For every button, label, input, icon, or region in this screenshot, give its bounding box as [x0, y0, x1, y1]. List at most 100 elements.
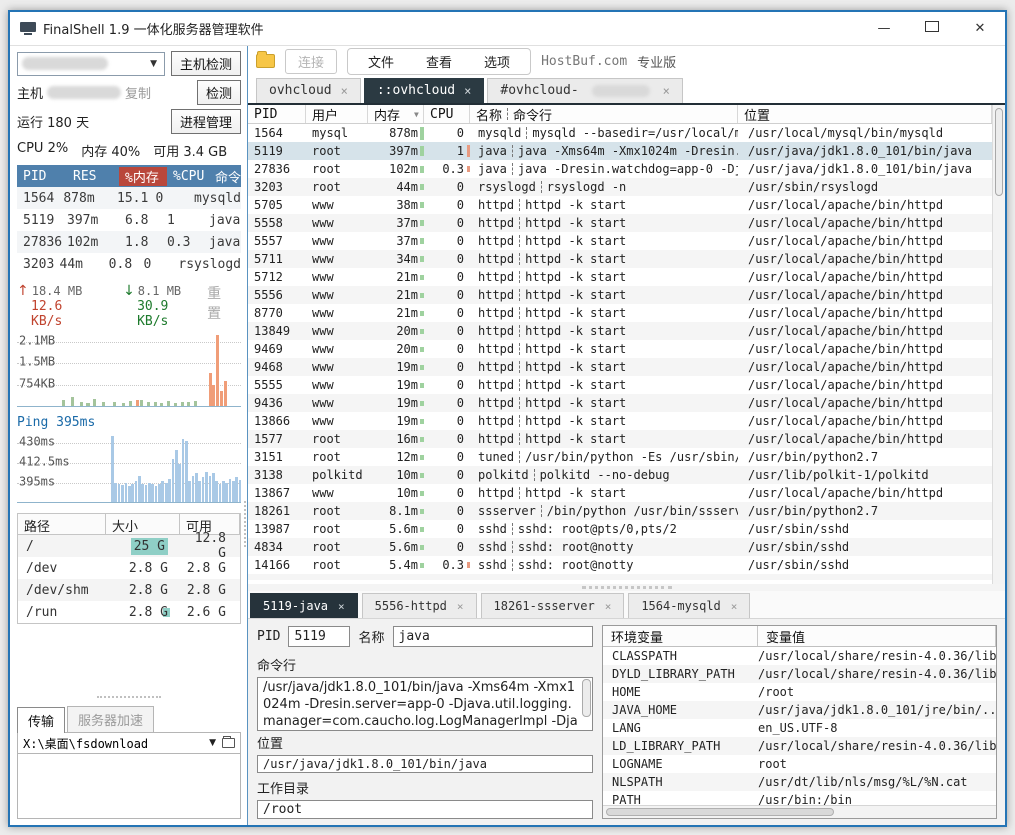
tab-close-icon[interactable]: ×	[338, 600, 345, 613]
copy-link[interactable]: 复制	[125, 83, 151, 102]
chart-bar	[182, 439, 185, 502]
env-row[interactable]: CLASSPATH/usr/local/share/resin-4.0.36/l…	[603, 647, 996, 665]
check-button[interactable]: 检测	[197, 80, 241, 105]
workdir-field[interactable]	[257, 800, 593, 819]
redacted-host-ip	[47, 86, 121, 99]
process-row[interactable]: 14166root5.4m0.3sshdsshd: root@notty/usr…	[248, 556, 992, 574]
process-row[interactable]: 13866www19m0httpdhttpd -k start/usr/loca…	[248, 412, 992, 430]
menu-item[interactable]: 文件	[352, 51, 410, 72]
transfer-file-list[interactable]	[17, 754, 241, 819]
sidebar-process-table-header[interactable]: PID RES %内存 %CPU 命令	[17, 165, 241, 187]
pid-field[interactable]	[288, 626, 350, 647]
process-row[interactable]: 3138polkitd10m0polkitdpolkitd --no-debug…	[248, 466, 992, 484]
cmdline-scrollbar-thumb[interactable]	[582, 679, 591, 717]
tab-close-icon[interactable]: ×	[464, 84, 471, 98]
session-tab[interactable]: #ovhcloud-×	[487, 78, 683, 103]
disk-row[interactable]: /dev2.8 G2.8 G	[18, 557, 240, 579]
transfer-tab-active[interactable]: 传输	[17, 707, 65, 733]
scrollbar-thumb[interactable]	[995, 108, 1003, 196]
env-horizontal-scrollbar[interactable]	[603, 805, 996, 818]
maximize-button[interactable]	[925, 21, 939, 36]
sidebar-process-row[interactable]: 1564878m15.10mysqld	[17, 187, 241, 209]
process-row[interactable]: 5555www19m0httpdhttpd -k start/usr/local…	[248, 376, 992, 394]
reset-link[interactable]: 重置	[207, 283, 241, 323]
chart-bar	[212, 473, 215, 502]
tab-close-icon[interactable]: ×	[663, 84, 670, 98]
menu-item[interactable]: 选项	[468, 51, 526, 72]
process-row[interactable]: 13849www20m0httpdhttpd -k start/usr/loca…	[248, 322, 992, 340]
connect-button[interactable]: 连接	[285, 49, 337, 74]
transfer-tab-inactive[interactable]: 服务器加速	[67, 706, 154, 732]
vertical-scrollbar[interactable]	[992, 105, 1005, 584]
name-field[interactable]	[393, 626, 594, 647]
process-row[interactable]: 5712www21m0httpdhttpd -k start/usr/local…	[248, 268, 992, 286]
tab-close-icon[interactable]: ×	[605, 600, 612, 613]
session-tab[interactable]: ovhcloud×	[256, 78, 361, 103]
detail-tab[interactable]: 5119-java×	[250, 593, 358, 618]
chevron-down-icon[interactable]: ▼	[143, 59, 164, 69]
download-path-bar[interactable]: X:\桌面\fsdownload ▼	[17, 732, 241, 754]
process-manage-button[interactable]: 进程管理	[171, 109, 241, 134]
splitter-handle-vertical[interactable]	[244, 501, 246, 547]
process-row[interactable]: 9436www19m0httpdhttpd -k start/usr/local…	[248, 394, 992, 412]
env-row[interactable]: LD_LIBRARY_PATH/usr/local/share/resin-4.…	[603, 737, 996, 755]
env-row[interactable]: LOGNAMEroot	[603, 755, 996, 773]
detail-tab[interactable]: 5556-httpd×	[362, 593, 477, 618]
chart-bar	[215, 481, 218, 502]
process-row[interactable]: 4834root5.6m0sshdsshd: root@notty/usr/sb…	[248, 538, 992, 556]
env-row[interactable]: LANGen_US.UTF-8	[603, 719, 996, 737]
env-row[interactable]: NLSPATH/usr/dt/lib/nls/msg/%L/%N.cat	[603, 773, 996, 791]
path-chevron-down-icon[interactable]: ▼	[203, 738, 222, 748]
process-row[interactable]: 5557www37m0httpdhttpd -k start/usr/local…	[248, 232, 992, 250]
process-row[interactable]: 3151root12m0tuned/usr/bin/python -Es /us…	[248, 448, 992, 466]
cmdline-box[interactable]: /usr/java/jdk1.8.0_101/bin/java -Xms64m …	[257, 677, 593, 731]
process-row[interactable]: 18261root8.1m0ssserver/bin/python /usr/b…	[248, 502, 992, 520]
detail-tab[interactable]: 18261-ssserver×	[481, 593, 625, 618]
process-row[interactable]: 1564mysql878m0mysqldmysqld --basedir=/us…	[248, 124, 992, 142]
splitter-handle[interactable]	[97, 696, 161, 698]
env-row[interactable]: JAVA_HOME/usr/java/jdk1.8.0_101/jre/bin/…	[603, 701, 996, 719]
tab-close-icon[interactable]: ×	[731, 600, 738, 613]
open-folder-icon[interactable]	[222, 738, 235, 748]
process-row[interactable]: 5711www34m0httpdhttpd -k start/usr/local…	[248, 250, 992, 268]
folder-icon[interactable]	[256, 54, 275, 68]
cpu-stat: CPU 2%	[17, 141, 68, 160]
env-row[interactable]: HOME/root	[603, 683, 996, 701]
process-row[interactable]: 3203root44m0rsyslogdrsyslogd -n/usr/sbin…	[248, 178, 992, 196]
env-row[interactable]: PATH/usr/bin:/bin	[603, 791, 996, 805]
sidebar-process-row[interactable]: 5119397m6.81java	[17, 209, 241, 231]
process-table-header[interactable]: PID 用户 内存▼ CPU 名称命令行 位置	[248, 105, 992, 124]
detail-tab[interactable]: 1564-mysqld×	[628, 593, 750, 618]
horizontal-splitter[interactable]	[248, 584, 1005, 591]
process-row[interactable]: 13987root5.6m0sshdsshd: root@pts/0,pts/2…	[248, 520, 992, 538]
process-row[interactable]: 5556www21m0httpdhttpd -k start/usr/local…	[248, 286, 992, 304]
pro-version-link[interactable]: 专业版	[637, 52, 676, 71]
process-row[interactable]: 13867www10m0httpdhttpd -k start/usr/loca…	[248, 484, 992, 502]
process-row[interactable]: 9468www19m0httpdhttpd -k start/usr/local…	[248, 358, 992, 376]
process-row[interactable]: 5119root397m1javajava -Xms64m -Xmx1024m …	[248, 142, 992, 160]
sidebar-process-row[interactable]: 320344m0.80rsyslogd	[17, 253, 241, 275]
process-row[interactable]: 5558www37m0httpdhttpd -k start/usr/local…	[248, 214, 992, 232]
minimize-button[interactable]: —	[877, 21, 891, 36]
process-row[interactable]: 27836root102m0.3javajava -Dresin.watchdo…	[248, 160, 992, 178]
disk-row[interactable]: /25 G12.8 G	[18, 535, 240, 557]
close-button[interactable]: ✕	[973, 21, 987, 36]
session-tab[interactable]: ::ovhcloud×	[364, 78, 485, 103]
process-row[interactable]: 9469www20m0httpdhttpd -k start/usr/local…	[248, 340, 992, 358]
host-check-button[interactable]: 主机检测	[171, 51, 241, 76]
env-table-header[interactable]: 环境变量 变量值	[603, 626, 996, 647]
host-combobox[interactable]: ▼	[17, 52, 165, 76]
env-row[interactable]: DYLD_LIBRARY_PATH/usr/local/share/resin-…	[603, 665, 996, 683]
menu-item[interactable]: 查看	[410, 51, 468, 72]
process-row[interactable]: 1577root16m0httpdhttpd -k start/usr/loca…	[248, 430, 992, 448]
location-field[interactable]	[257, 755, 593, 773]
env-scrollbar-thumb[interactable]	[606, 808, 834, 816]
process-row[interactable]: 8770www21m0httpdhttpd -k start/usr/local…	[248, 304, 992, 322]
hostbuf-link[interactable]: HostBuf.com	[541, 54, 627, 69]
disk-row[interactable]: /dev/shm2.8 G2.8 G	[18, 579, 240, 601]
tab-close-icon[interactable]: ×	[341, 84, 348, 98]
disk-row[interactable]: /run2.8 G2.6 G	[18, 601, 240, 623]
sidebar-process-row[interactable]: 27836102m1.80.3java	[17, 231, 241, 253]
tab-close-icon[interactable]: ×	[457, 600, 464, 613]
process-row[interactable]: 5705www38m0httpdhttpd -k start/usr/local…	[248, 196, 992, 214]
